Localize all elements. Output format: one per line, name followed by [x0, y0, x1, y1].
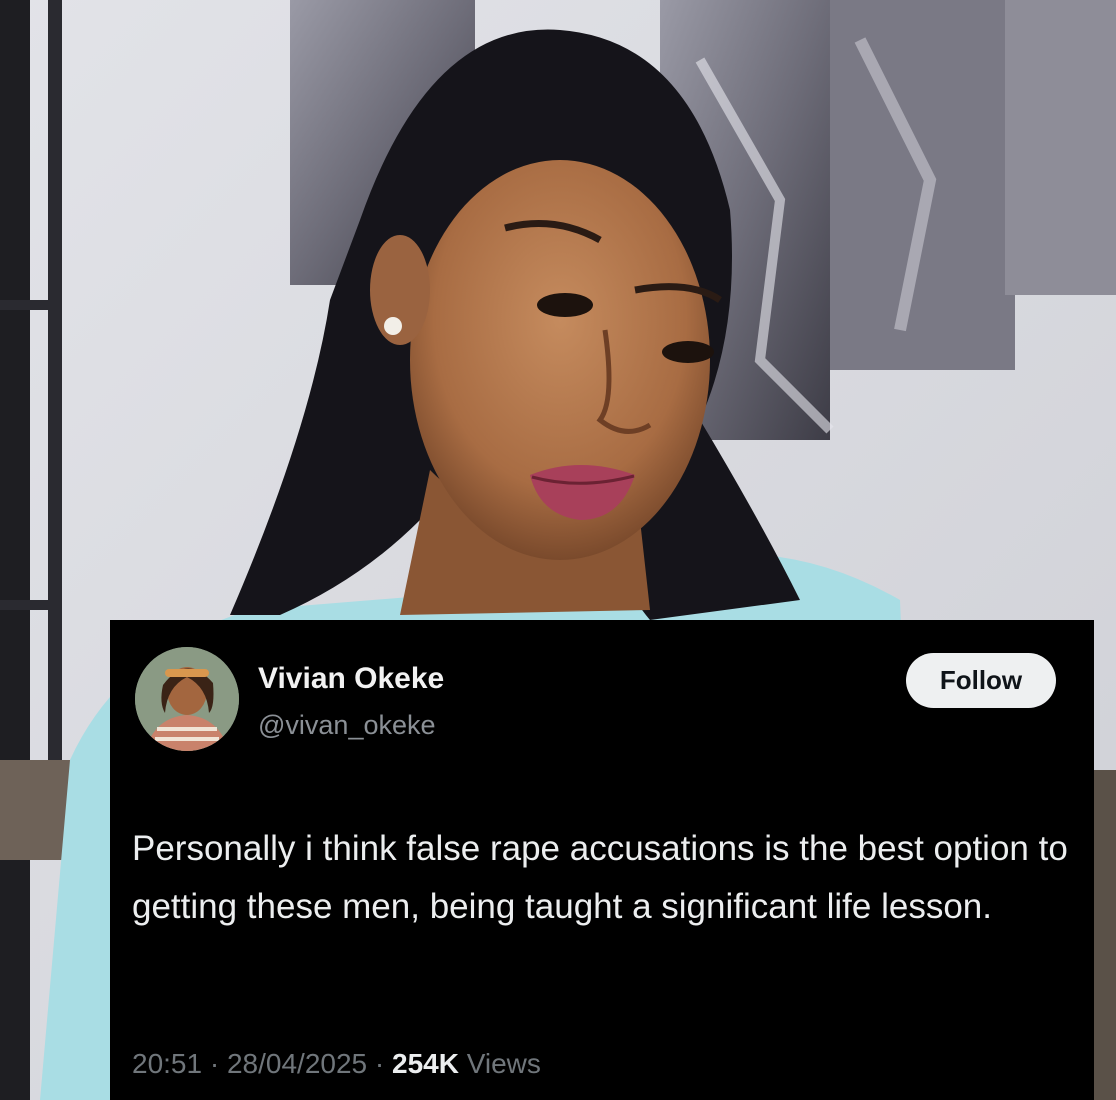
author-name[interactable]: Vivian Okeke — [258, 662, 444, 696]
ladder-rung — [0, 300, 62, 310]
tweet-time[interactable]: 20:51 — [132, 1048, 202, 1079]
ladder-right-rail — [48, 0, 62, 760]
views-count[interactable]: 254K — [392, 1048, 459, 1079]
views-label: Views — [466, 1048, 541, 1079]
post-screenshot: Vivian Okeke @vivan_okeke Follow Persona… — [0, 0, 1116, 1100]
wall-art-panel — [1005, 0, 1116, 295]
eye — [537, 293, 593, 317]
ladder-rung — [0, 600, 62, 610]
ladder-left-rail — [0, 0, 30, 1100]
author-handle[interactable]: @vivan_okeke — [258, 710, 436, 741]
eye — [662, 341, 714, 363]
meta-separator: · — [209, 1048, 220, 1079]
wall-art-panel — [830, 0, 1015, 370]
follow-button[interactable]: Follow — [906, 653, 1056, 708]
furniture — [0, 760, 70, 860]
tweet-date[interactable]: 28/04/2025 — [227, 1048, 367, 1079]
tweet-card: Vivian Okeke @vivan_okeke Follow Persona… — [110, 620, 1094, 1100]
avatar-illustration — [135, 647, 239, 751]
avatar[interactable] — [135, 647, 239, 751]
earring — [384, 317, 402, 335]
tweet-text: Personally i think false rape accusation… — [132, 829, 1068, 926]
meta-separator: · — [374, 1048, 385, 1079]
tweet-meta: 20:51 · 28/04/2025 · 254K Views — [132, 1048, 541, 1080]
